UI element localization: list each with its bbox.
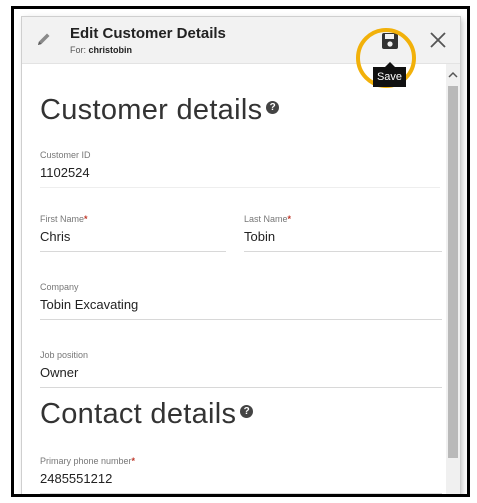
primary-phone-field[interactable]: Primary phone number* 2485551212 [40,456,442,494]
edit-customer-dialog: Edit Customer Details For: christobin Sa… [22,17,460,494]
last-name-input[interactable]: Tobin [244,224,442,252]
job-position-field[interactable]: Job position Owner [40,350,442,388]
subtitle-user: christobin [88,45,133,55]
help-icon[interactable]: ? [266,100,280,114]
contact-details-title: Contact details [40,398,237,430]
job-position-label: Job position [40,350,89,360]
vertical-scrollbar[interactable] [446,64,460,494]
first-name-input[interactable]: Chris [40,224,226,252]
screenshot-frame: Edit Customer Details For: christobin Sa… [11,6,470,497]
chevron-up-icon[interactable] [446,70,460,80]
save-button[interactable] [380,31,400,51]
dialog-subtitle: For: christobin [70,45,132,55]
customer-id-value: 1102524 [40,160,440,188]
required-marker: * [131,456,136,466]
company-label: Company [40,282,79,292]
first-name-label: First Name* [40,214,88,224]
company-field[interactable]: Company Tobin Excavating [40,282,442,320]
job-position-input[interactable]: Owner [40,360,442,388]
last-name-field[interactable]: Last Name* Tobin [244,214,442,252]
customer-id-label: Customer ID [40,150,91,160]
contact-details-heading: Contact details? [40,398,254,431]
pencil-icon [38,33,50,45]
dialog-header: Edit Customer Details For: christobin [22,17,460,64]
primary-phone-input[interactable]: 2485551212 [40,466,442,494]
primary-phone-label: Primary phone number* [40,456,136,466]
dialog-title: Edit Customer Details [70,25,226,42]
close-button[interactable] [427,29,449,51]
required-marker: * [84,214,88,224]
subtitle-prefix: For: [70,45,87,55]
customer-details-title: Customer details [40,94,263,126]
customer-details-heading: Customer details? [40,94,280,127]
first-name-field[interactable]: First Name* Chris [40,214,226,252]
help-icon[interactable]: ? [240,404,254,418]
last-name-label: Last Name* [244,214,292,224]
company-input[interactable]: Tobin Excavating [40,292,442,320]
customer-id-field: Customer ID 1102524 [40,150,440,188]
scrollbar-thumb[interactable] [448,86,458,458]
required-marker: * [287,214,292,224]
dialog-content: Customer details? Customer ID 1102524 Fi… [22,64,446,494]
